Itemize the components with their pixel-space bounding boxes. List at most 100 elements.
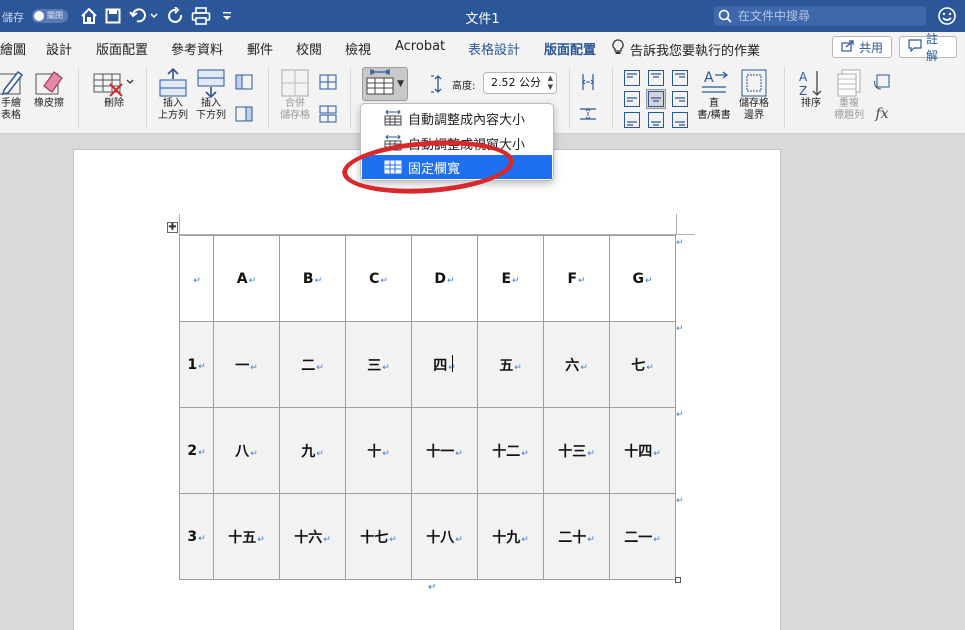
comments-button[interactable]: 註解 <box>899 32 957 63</box>
table-cell[interactable]: 1↵ <box>179 321 214 408</box>
table-cell[interactable]: B↵ <box>279 235 346 322</box>
tell-me-box[interactable]: 告訴我您要執行的作業 <box>612 39 760 59</box>
cell-margins-button[interactable]: 儲存格 邊界 <box>734 68 774 122</box>
comments-label: 註解 <box>926 32 939 63</box>
align-top-center-icon[interactable] <box>646 68 666 88</box>
table-cell[interactable]: 十四↵ <box>609 407 676 494</box>
smiley-feedback-icon[interactable] <box>936 5 958 27</box>
share-button[interactable]: 共用 <box>832 36 892 58</box>
tab-draw[interactable]: 繪圖 <box>0 39 26 58</box>
table-cell[interactable]: 二十↵ <box>543 493 610 580</box>
eraser-button[interactable]: 橡皮擦 <box>32 68 66 110</box>
cell-end-mark: ↵ <box>382 362 390 373</box>
distribute-rows-icon[interactable] <box>578 104 598 124</box>
table-cell[interactable]: 二↵ <box>279 321 346 408</box>
merge-cells-label: 合併 儲存格 <box>280 98 310 121</box>
sort-button[interactable]: AZ 排序 <box>794 68 828 110</box>
insert-below-button[interactable]: 插入 下方列 <box>194 68 228 122</box>
table-cell[interactable]: D↵ <box>411 235 478 322</box>
table-cell[interactable]: F↵ <box>543 235 610 322</box>
document-table[interactable]: ↵A↵B↵C↵D↵E↵F↵G↵1↵一↵二↵三↵四↵五↵六↵七↵2↵八↵九↵十↵十… <box>179 235 676 580</box>
tab-references[interactable]: 參考資料 <box>171 39 223 58</box>
autofit-button[interactable]: ▼ <box>362 67 408 101</box>
delete-button[interactable]: 刪除 <box>92 68 136 110</box>
table-cell[interactable]: 十七↵ <box>345 493 412 580</box>
tab-design[interactable]: 設計 <box>46 39 72 58</box>
table-cell[interactable]: 一↵ <box>213 321 280 408</box>
convert-to-text-icon[interactable] <box>872 72 892 92</box>
cell-text: A <box>236 270 248 287</box>
table-cell[interactable]: 十五↵ <box>213 493 280 580</box>
align-middle-left-icon[interactable] <box>622 89 642 109</box>
insert-right-icon[interactable] <box>234 104 254 124</box>
tab-view[interactable]: 檢視 <box>345 39 371 58</box>
align-top-right-icon[interactable] <box>670 68 690 88</box>
table-cell[interactable]: 十↵ <box>345 407 412 494</box>
height-field[interactable]: 2.52 公分 ▲ ▼ <box>483 72 557 94</box>
table-cell[interactable]: 三↵ <box>345 321 412 408</box>
cell-end-mark: ↵ <box>193 275 201 286</box>
repeat-header-button[interactable]: 重複 標題列 <box>832 68 866 122</box>
split-cells-icon[interactable] <box>318 72 338 92</box>
split-table-icon[interactable] <box>318 104 338 124</box>
distribute-columns-icon[interactable] <box>578 72 598 92</box>
table-resize-handle[interactable] <box>675 577 681 583</box>
table-cell[interactable]: 六↵ <box>543 321 610 408</box>
table-move-handle[interactable]: ✚ <box>167 222 178 233</box>
cell-end-mark: ↵ <box>644 275 653 286</box>
autofit-table-icon <box>365 67 395 101</box>
formula-button[interactable]: fx <box>872 104 892 124</box>
height-stepper[interactable]: ▲ ▼ <box>548 74 553 92</box>
merge-cells-button[interactable]: 合併 儲存格 <box>278 68 312 122</box>
align-middle-right-icon[interactable] <box>670 89 690 109</box>
cell-text: 十八 <box>426 529 455 546</box>
tab-layout[interactable]: 版面配置 <box>96 39 148 58</box>
table-row: 1↵一↵二↵三↵四↵五↵六↵七↵ <box>179 321 676 408</box>
align-bottom-left-icon[interactable] <box>622 110 642 130</box>
tab-table-layout[interactable]: 版面配置 <box>544 39 597 65</box>
search-input[interactable]: 在文件中搜尋 <box>714 6 926 26</box>
table-cell[interactable]: 十二↵ <box>477 407 544 494</box>
insert-left-icon[interactable] <box>234 72 254 92</box>
insert-above-button[interactable]: 插入 上方列 <box>156 68 190 122</box>
align-bottom-center-icon[interactable] <box>646 110 666 130</box>
table-cell[interactable]: 十三↵ <box>543 407 610 494</box>
align-top-left-icon[interactable] <box>622 68 642 88</box>
table-cell[interactable]: E↵ <box>477 235 544 322</box>
svg-text:A: A <box>799 70 808 84</box>
cell-end-mark: ↵ <box>382 448 390 459</box>
tab-mailings[interactable]: 郵件 <box>247 39 273 58</box>
text-direction-button[interactable]: A 直 書/橫書 <box>694 68 734 122</box>
table-cell[interactable]: 五↵ <box>477 321 544 408</box>
cell-text: E <box>501 270 512 287</box>
tab-review[interactable]: 校閱 <box>296 39 322 58</box>
table-cell[interactable]: 十一↵ <box>411 407 478 494</box>
cell-end-mark: ↵ <box>578 275 586 286</box>
align-bottom-right-icon[interactable] <box>670 110 690 130</box>
table-cell[interactable]: A↵ <box>213 235 280 322</box>
table-cell[interactable]: 十八↵ <box>411 493 478 580</box>
table-cell[interactable]: 3↵ <box>179 493 214 580</box>
tab-table-design[interactable]: 表格設計 <box>468 39 520 58</box>
table-cell[interactable]: ↵ <box>179 235 214 322</box>
table-cell[interactable]: 十九↵ <box>477 493 544 580</box>
cell-text: F <box>567 270 578 287</box>
cell-text: C <box>369 270 380 287</box>
sort-label: 排序 <box>801 98 821 109</box>
table-cell[interactable]: 2↵ <box>179 407 214 494</box>
delete-label: 刪除 <box>104 98 124 109</box>
table-cell[interactable]: 十六↵ <box>279 493 346 580</box>
share-icon <box>841 39 855 55</box>
table-cell[interactable]: 七↵ <box>609 321 676 408</box>
menu-item-autofit-contents[interactable]: 自動調整成內容大小 <box>362 106 552 130</box>
tab-acrobat[interactable]: Acrobat <box>395 39 445 54</box>
table-cell[interactable]: 九↵ <box>279 407 346 494</box>
table-cell[interactable]: G↵ <box>609 235 676 322</box>
table-cell[interactable]: 二一↵ <box>609 493 676 580</box>
draw-table-button[interactable]: 手繪 表格 <box>0 68 28 122</box>
table-cell[interactable]: 八↵ <box>213 407 280 494</box>
align-middle-center-icon[interactable] <box>646 89 666 109</box>
table-cell[interactable]: 四↵ <box>411 321 478 408</box>
pencil-icon <box>0 68 26 98</box>
table-cell[interactable]: C↵ <box>345 235 412 322</box>
